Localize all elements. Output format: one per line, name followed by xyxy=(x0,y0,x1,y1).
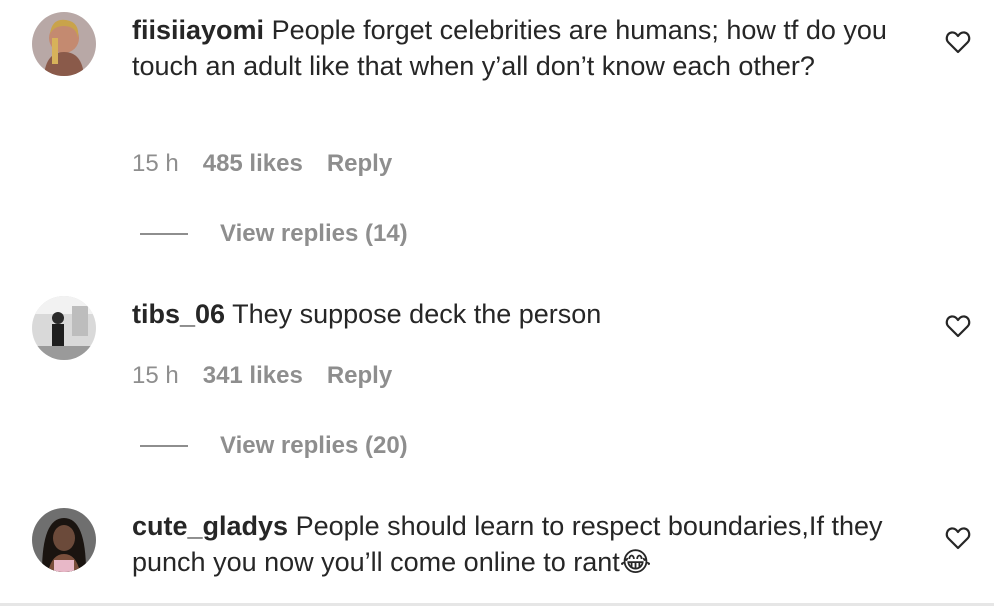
comment-time[interactable]: 15 h xyxy=(132,362,179,390)
comment-body: fiisiiayomi People forget celebrities ar… xyxy=(132,12,922,84)
comment-meta: 15 h 485 likes Reply xyxy=(132,150,392,178)
comment-likes[interactable]: 341 likes xyxy=(203,362,303,390)
comment-body: tibs_06 They suppose deck the person xyxy=(132,296,922,332)
comment-time[interactable]: 15 h xyxy=(132,150,179,178)
avatar[interactable] xyxy=(32,12,96,76)
heart-outline-icon[interactable] xyxy=(945,30,971,54)
comment-username[interactable]: fiisiiayomi xyxy=(132,15,264,45)
heart-outline-icon[interactable] xyxy=(945,526,971,550)
view-replies-label: View replies (20) xyxy=(220,432,408,459)
replies-divider-line xyxy=(140,233,188,235)
comments-list: fiisiiayomi People forget celebrities ar… xyxy=(0,0,994,606)
comment-likes[interactable]: 485 likes xyxy=(203,150,303,178)
comment-username[interactable]: cute_gladys xyxy=(132,511,288,541)
view-replies-button[interactable]: View replies (20) xyxy=(140,432,408,460)
comment-text: They suppose deck the person xyxy=(232,299,602,329)
avatar[interactable] xyxy=(32,296,96,360)
comment-body: cute_gladys People should learn to respe… xyxy=(132,508,922,580)
heart-outline-icon[interactable] xyxy=(945,314,971,338)
view-replies-label: View replies (14) xyxy=(220,220,408,247)
comment-username[interactable]: tibs_06 xyxy=(132,299,225,329)
replies-divider-line xyxy=(140,445,188,447)
reply-button[interactable]: Reply xyxy=(327,150,392,178)
avatar[interactable] xyxy=(32,508,96,572)
view-replies-button[interactable]: View replies (14) xyxy=(140,220,408,248)
reply-button[interactable]: Reply xyxy=(327,362,392,390)
comment-meta: 15 h 341 likes Reply xyxy=(132,362,392,390)
